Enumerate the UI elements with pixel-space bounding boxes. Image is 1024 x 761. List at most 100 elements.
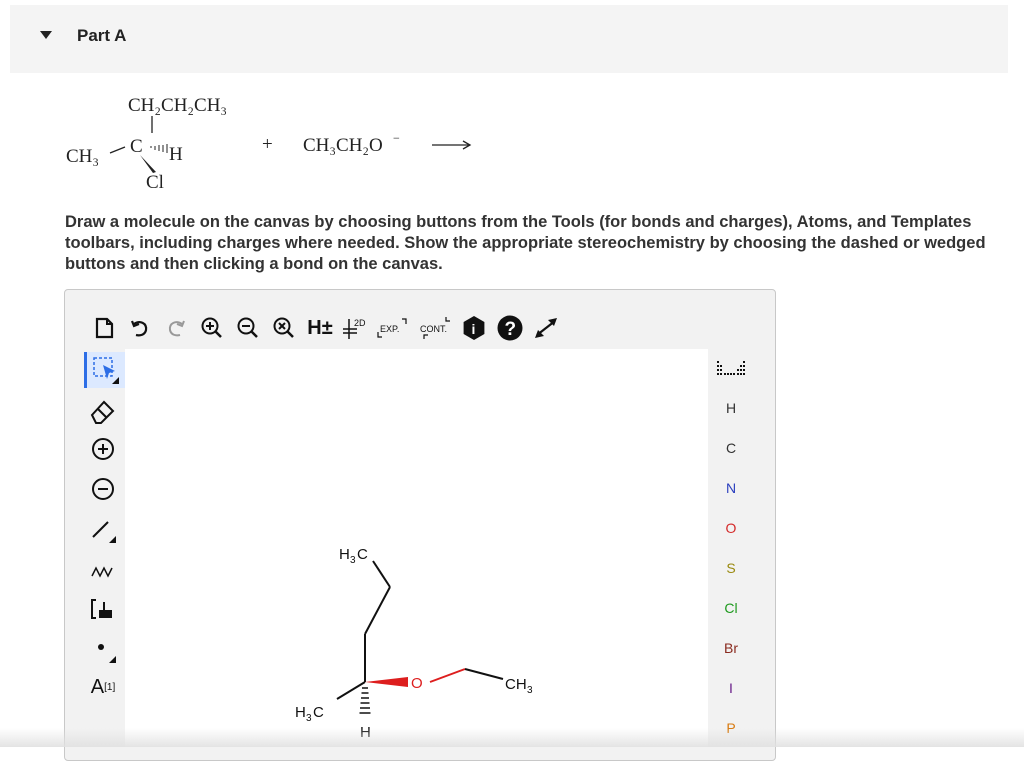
methyl-top-h: H [339,546,350,563]
rgroup-tool-button[interactable] [84,631,122,667]
sgroup-tool-button[interactable] [84,591,122,627]
clean-2d-label: 2D [354,318,366,328]
atoms-toolbar: H C N O S Cl Br I P [708,349,754,747]
explicit-hydrogens-button[interactable]: H± [302,310,338,346]
methyl-left-sub: 3 [306,713,312,724]
atom-label: Br [724,640,738,656]
hydrogen-label: H [360,724,371,741]
methyl-right-ch: CH [505,676,527,693]
atom-label: H [725,400,737,416]
clean-2d-icon: 2D [343,318,366,339]
wedge-bond [140,155,156,173]
bracket-icon [91,599,112,619]
reagent-charge: − [393,131,400,145]
atom-map-button[interactable]: A [1] [84,669,122,705]
atom-cl-button[interactable]: Cl [708,593,754,623]
periodic-table-icon[interactable] [716,359,746,379]
left-bond [109,146,126,154]
undo-icon [130,320,148,337]
expand-button[interactable]: EXP. [374,310,414,346]
zoom-reset-button[interactable] [266,310,302,346]
part-header[interactable]: Part A [10,5,1008,73]
atom-label: S [726,560,736,576]
document-icon [95,317,114,339]
atom-p-button[interactable]: P [708,713,754,743]
fullscreen-button[interactable] [528,310,564,346]
eraser-icon [90,400,115,424]
negative-charge-button[interactable] [84,471,122,507]
atom-i-button[interactable]: I [708,673,754,703]
hashed-bond [359,687,371,714]
atom-label: N [725,480,737,496]
plus-sign: + [262,134,273,155]
methyl-left-c: C [313,704,324,721]
redo-icon [168,320,185,337]
instructions: Draw a molecule on the canvas by choosin… [65,213,986,273]
atom-label: I [729,680,733,696]
atom-c-button[interactable]: C [708,433,754,463]
reaction-scheme: CH₂CH₂CH₃ CH₃ C H Cl + CH₃CH₂O − [66,95,472,193]
chain-tool-button[interactable] [84,551,122,587]
plus-circle-icon [92,438,114,460]
erase-tool-button[interactable] [84,392,122,428]
atom-label: P [726,720,736,736]
top-toolbar: H± 2D EXP. CONT. i ? [86,306,564,350]
methyl-right-sub: 3 [527,685,533,696]
positive-charge-button[interactable] [84,431,122,467]
info-icon: i [463,316,485,340]
redo-button[interactable] [158,310,194,346]
contract-label: CONT. [420,324,447,334]
dot-icon [98,644,116,663]
minus-circle-icon [92,478,114,500]
hydrogen-label: H± [307,316,333,339]
chain-icon [91,566,113,578]
atom-n-button[interactable]: N [708,473,754,503]
zoom-out-button[interactable] [230,310,266,346]
about-button[interactable]: i [456,310,492,346]
help-button[interactable]: ? [492,310,528,346]
undo-button[interactable] [122,310,158,346]
left-group: CH₃ [66,146,99,167]
select-tool-button[interactable] [84,352,125,388]
center-carbon: C [130,136,143,157]
atom-s-button[interactable]: S [708,553,754,583]
methyl-left-h: H [295,704,306,721]
fullscreen-icon [535,318,557,338]
zoom-out-icon [237,317,258,338]
bond-tool-button[interactable] [84,511,122,547]
new-document-button[interactable] [86,310,122,346]
bond [364,586,391,635]
info-label: i [472,321,476,337]
expand-icon: EXP. [377,318,407,338]
collapse-triangle-icon[interactable] [40,31,52,39]
right-group: H [169,144,183,165]
top-group: CH₂CH₂CH₃ [128,95,227,116]
atom-map-label: A [90,675,105,698]
atom-br-button[interactable]: Br [708,633,754,663]
bond [429,668,466,683]
reagent: CH₃CH₂O [303,135,383,156]
atom-label: C [725,440,737,456]
bond [336,681,366,700]
molecule-drawing: H 3 C H 3 C O CH 3 H [295,546,533,741]
expand-label: EXP. [380,324,399,334]
selection-icon [93,357,119,384]
bond [464,668,504,680]
oxygen-label: O [411,675,423,692]
left-toolbar: A [1] [80,349,125,747]
clean-2d-button[interactable]: 2D [338,310,374,346]
bond [372,560,391,588]
wedge-bond [365,677,408,687]
contract-icon: CONT. [420,317,450,339]
atom-o-button[interactable]: O [708,513,754,543]
methyl-top-sub: 3 [350,555,356,566]
contract-button[interactable]: CONT. [414,310,456,346]
help-label: ? [505,319,517,340]
atom-h-button[interactable]: H [708,393,754,423]
zoom-in-button[interactable] [194,310,230,346]
single-bond-icon [92,521,116,543]
methyl-top-c: C [357,546,368,563]
drawing-canvas[interactable]: H 3 C H 3 C O CH 3 H [125,349,708,747]
part-title: Part A [77,26,127,45]
zoom-in-icon [201,317,222,338]
